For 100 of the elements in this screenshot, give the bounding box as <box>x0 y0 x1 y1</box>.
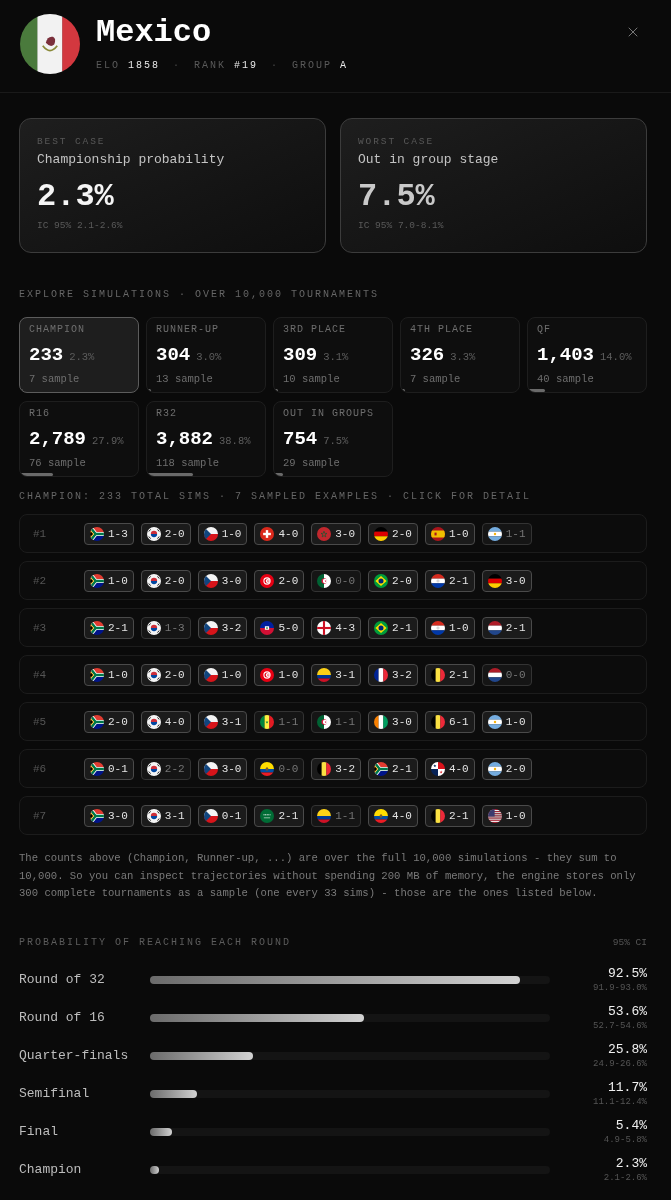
flag-icon <box>146 667 161 682</box>
match-score: 4-0 <box>448 761 469 776</box>
stat-label: GROUP <box>292 60 333 72</box>
explanation-text: The counts above (Champion, Runner-up, ...) are over the full 10,000 simulations - they sum to 10,000. So you can inspect trajectories without spending 200 MB of memory, the engine stores only 300 complete tournaments as a sample (one every 33 sims) - those are the ones listed below. <box>18 851 637 901</box>
tile-percent: 2.3% <box>69 350 95 364</box>
match-score: 2-0 <box>392 573 412 588</box>
flag-icon <box>487 667 502 682</box>
round-value: 25.8% <box>608 1041 647 1058</box>
simulation-tile[interactable]: 4TH PLACE 326 3.3% 7 sample <box>400 317 520 393</box>
simulation-tile[interactable]: CHAMPION 233 2.3% 7 sample <box>19 317 139 393</box>
match-score: 2-0 <box>164 667 185 682</box>
simulation-tile[interactable]: OUT IN GROUPS 754 7.5% 29 sample <box>273 401 393 477</box>
round-interval: 4.9-5.8% <box>603 1133 647 1146</box>
match-score: 1-0 <box>221 667 242 682</box>
match-score: 4-0 <box>278 526 299 541</box>
flag-icon <box>260 573 275 588</box>
match-score: 0-1 <box>221 808 242 823</box>
match-score: 1-0 <box>108 667 128 682</box>
flag-icon <box>317 667 332 682</box>
sample-row[interactable]: #2 1-0 2-0 3-0 2-0 0-0 2-0 2-1 3-0 <box>19 561 647 600</box>
tile-percent: 14.0% <box>600 350 632 364</box>
simulation-tile[interactable]: QF 1,403 14.0% 40 sample <box>527 317 647 393</box>
round-label: Round of 32 <box>19 971 106 988</box>
match-score: 1-3 <box>164 620 185 635</box>
match-score: 1-0 <box>448 526 469 541</box>
round-interval: 2.1-2.6% <box>603 1171 647 1184</box>
flag-icon <box>203 714 218 729</box>
card-title: Out in group stage <box>358 152 500 168</box>
match-score: 2-1 <box>392 620 412 635</box>
flag-icon <box>487 714 502 729</box>
flag-icon <box>260 526 275 541</box>
match-score: 3-2 <box>335 761 356 776</box>
match-score: 1-1 <box>335 714 356 729</box>
sample-row[interactable]: #4 1-0 2-0 1-0 1-0 3-1 3-2 2-1 0-0 <box>19 655 647 694</box>
tile-count: 754 <box>283 428 318 450</box>
match-score: 2-1 <box>392 761 412 776</box>
tile-percent: 3.1% <box>323 350 349 364</box>
tile-label: CHAMPION <box>29 324 85 336</box>
section-heading: PROBABILITY OF REACHING EACH ROUND <box>19 935 292 950</box>
tile-count: 233 <box>29 344 64 366</box>
tile-count: 309 <box>283 344 318 366</box>
card-value: 2.3% <box>37 179 115 215</box>
flag-icon <box>317 808 332 823</box>
simulation-tile[interactable]: R16 2,789 27.9% 76 sample <box>19 401 139 477</box>
card-value: 7.5% <box>358 179 436 215</box>
tile-samples: 7 sample <box>29 372 80 386</box>
match-score: 0-0 <box>505 667 526 682</box>
round-value: 92.5% <box>608 965 647 982</box>
match-score: 3-0 <box>505 573 526 588</box>
flag-icon <box>374 714 389 729</box>
stat-label: RANK <box>194 60 227 72</box>
tile-percent: 27.9% <box>92 434 124 448</box>
flag-icon <box>430 667 445 682</box>
match-score: 1-0 <box>505 808 526 823</box>
sample-index: #6 <box>33 761 48 776</box>
round-value: 11.7% <box>608 1079 647 1096</box>
card-title: Championship probability <box>37 152 226 168</box>
flag-icon <box>90 526 104 541</box>
flag-icon <box>20 14 80 74</box>
flag-icon <box>260 761 275 776</box>
flag-icon <box>430 761 445 776</box>
sample-row[interactable]: #1 1-3 2-0 1-0 4-0 3-0 2-0 1-0 1-1 <box>19 514 647 553</box>
flag-icon <box>90 667 104 682</box>
tile-label: RUNNER-UP <box>156 324 219 336</box>
match-score: 1-1 <box>505 526 526 541</box>
match-score: 2-1 <box>108 620 128 635</box>
sample-row[interactable]: #7 3-0 3-1 0-1 2-1 1-1 4-0 2-1 1-0 <box>19 796 647 835</box>
flag-icon <box>430 573 445 588</box>
flag-icon <box>90 761 104 776</box>
stat-value: #19 <box>234 60 259 72</box>
match-score: 3-0 <box>335 526 356 541</box>
match-score: 2-0 <box>108 714 128 729</box>
match-score: 2-0 <box>164 573 185 588</box>
sample-index: #4 <box>33 667 48 682</box>
tile-samples: 76 sample <box>29 456 86 470</box>
simulation-tile[interactable]: R32 3,882 38.8% 118 sample <box>146 401 266 477</box>
sample-index: #7 <box>33 808 48 823</box>
ci-label: 95% CI <box>612 935 647 950</box>
card-interval: IC 95% 2.1-2.6% <box>37 220 124 232</box>
tile-label: QF <box>537 324 551 336</box>
tile-percent: 7.5% <box>323 434 349 448</box>
tile-label: 3RD PLACE <box>283 324 346 336</box>
match-score: 2-2 <box>164 761 185 776</box>
match-score: 4-3 <box>335 620 356 635</box>
sample-row[interactable]: #3 2-1 1-3 3-2 5-0 4-3 2-1 1-0 2-1 <box>19 608 647 647</box>
flag-icon <box>146 573 161 588</box>
sample-row[interactable]: #6 0-1 2-2 3-0 0-0 3-2 2-1 4-0 2-0 <box>19 749 647 788</box>
flag-icon <box>430 714 445 729</box>
flag-icon <box>487 526 502 541</box>
round-label: Quarter-finals <box>19 1047 130 1064</box>
match-score: 1-0 <box>278 667 299 682</box>
flag-icon <box>203 573 218 588</box>
match-score: 3-1 <box>335 667 356 682</box>
flag-icon <box>260 620 275 635</box>
tile-samples: 40 sample <box>537 372 594 386</box>
simulation-tile[interactable]: 3RD PLACE 309 3.1% 10 sample <box>273 317 393 393</box>
simulation-tile[interactable]: RUNNER-UP 304 3.0% 13 sample <box>146 317 266 393</box>
sample-row[interactable]: #5 2-0 4-0 3-1 1-1 1-1 3-0 6-1 1-0 <box>19 702 647 741</box>
round-label: Champion <box>19 1161 83 1178</box>
tile-samples: 13 sample <box>156 372 213 386</box>
